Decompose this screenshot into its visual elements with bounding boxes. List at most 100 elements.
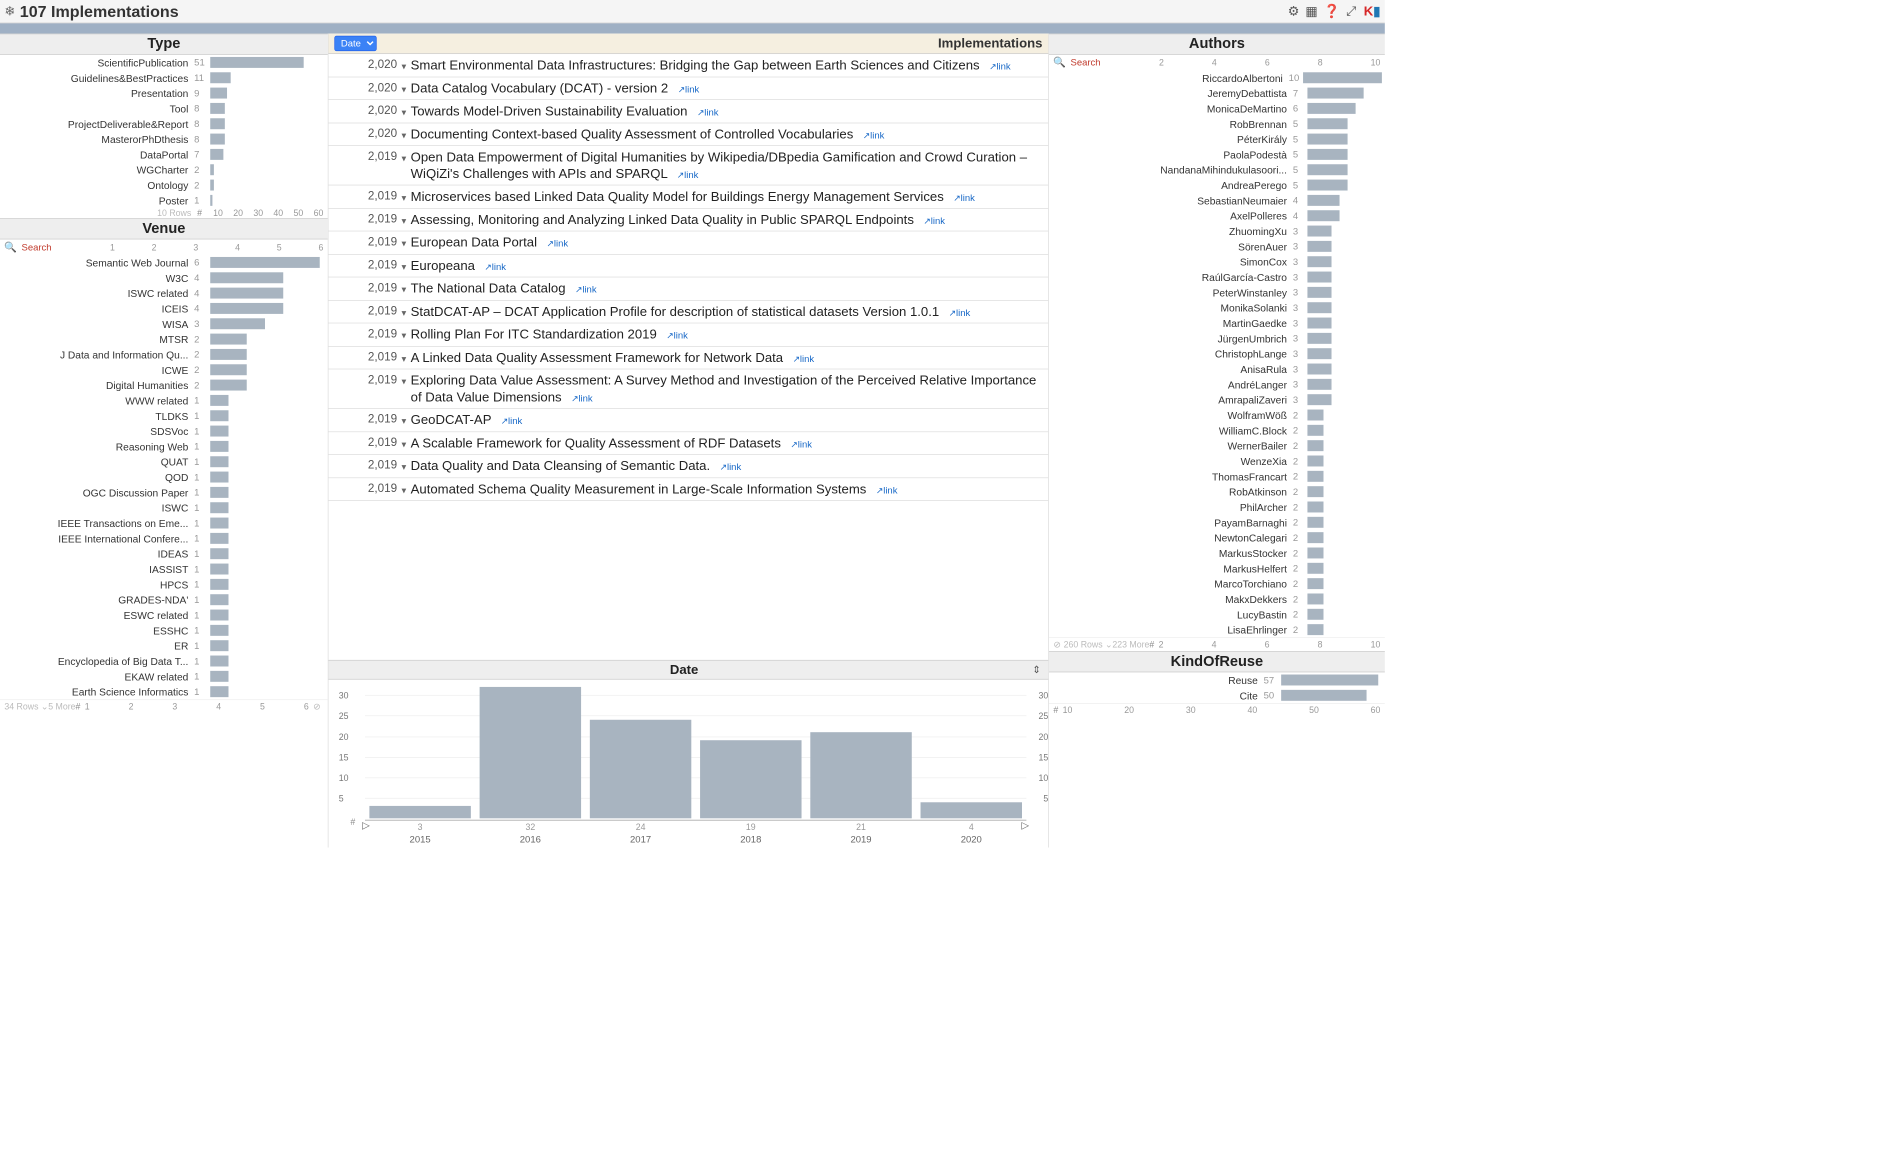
expand-icon[interactable]: ⤢: [1346, 4, 1357, 19]
facet-row[interactable]: WenzeXia2: [1049, 453, 1385, 468]
facet-row[interactable]: Reasoning Web1: [0, 439, 328, 454]
search-icon[interactable]: 🔍: [1053, 56, 1066, 68]
item-link[interactable]: ↗link: [547, 238, 569, 249]
facet-row[interactable]: SimonCox3: [1049, 254, 1385, 269]
search-icon[interactable]: 🔍: [4, 241, 17, 253]
chevron-down-icon[interactable]: ▾: [402, 481, 411, 496]
facet-row[interactable]: ChristophLange3: [1049, 346, 1385, 361]
chevron-down-icon[interactable]: ▾: [402, 103, 411, 118]
facet-row[interactable]: ICEIS4: [0, 301, 328, 316]
facet-row[interactable]: QOD1: [0, 469, 328, 484]
item-link[interactable]: ↗link: [863, 130, 885, 141]
facet-row[interactable]: PéterKirály5: [1049, 131, 1385, 146]
facet-row[interactable]: Semantic Web Journal6: [0, 255, 328, 270]
chevron-down-icon[interactable]: ▾: [402, 303, 411, 318]
implementation-row[interactable]: 2,020▾Smart Environmental Data Infrastru…: [329, 54, 1049, 77]
implementation-row[interactable]: 2,019▾GeoDCAT-AP ↗link: [329, 409, 1049, 432]
facet-row[interactable]: PayamBarnaghi2: [1049, 515, 1385, 530]
facet-row[interactable]: LucyBastin2: [1049, 607, 1385, 622]
facet-row[interactable]: J Data and Information Qu...2: [0, 347, 328, 362]
facet-row[interactable]: WISA3: [0, 316, 328, 331]
item-link[interactable]: ↗link: [953, 192, 975, 203]
facet-row[interactable]: JeremyDebattista7: [1049, 85, 1385, 100]
facet-row[interactable]: ZhuomingXu3: [1049, 223, 1385, 238]
facet-row[interactable]: SebastianNeumaier4: [1049, 193, 1385, 208]
facet-row[interactable]: IEEE International Confere...1: [0, 531, 328, 546]
implementation-row[interactable]: 2,019▾A Linked Data Quality Assessment F…: [329, 346, 1049, 369]
facet-row[interactable]: PaolaPodestà5: [1049, 147, 1385, 162]
facet-row[interactable]: MarkusStocker2: [1049, 545, 1385, 560]
implementation-row[interactable]: 2,019▾Europeana ↗link: [329, 254, 1049, 277]
facet-row[interactable]: MarcoTorchiano2: [1049, 576, 1385, 591]
facet-row[interactable]: TLDKS1: [0, 408, 328, 423]
facet-row[interactable]: MarkusHelfert2: [1049, 561, 1385, 576]
facet-row[interactable]: AnisaRula3: [1049, 361, 1385, 376]
facet-row[interactable]: Reuse57: [1049, 672, 1385, 687]
facet-row[interactable]: OGC Discussion Paper1: [0, 485, 328, 500]
facet-row[interactable]: ISWC related4: [0, 285, 328, 300]
facet-row[interactable]: NandanaMihindukulasoori...5: [1049, 162, 1385, 177]
facet-row[interactable]: Encyclopedia of Big Data T...1: [0, 653, 328, 668]
facet-row[interactable]: Cite50: [1049, 688, 1385, 703]
facet-row[interactable]: QUAT1: [0, 454, 328, 469]
implementation-row[interactable]: 2,019▾Rolling Plan For ITC Standardizati…: [329, 323, 1049, 346]
facet-row[interactable]: RobBrennan5: [1049, 116, 1385, 131]
chevron-down-icon[interactable]: ▾: [402, 458, 411, 473]
facet-row[interactable]: IDEAS1: [0, 546, 328, 561]
implementation-row[interactable]: 2,019▾StatDCAT-AP – DCAT Application Pro…: [329, 300, 1049, 323]
implementation-row[interactable]: 2,019▾Automated Schema Quality Measureme…: [329, 478, 1049, 501]
implementation-row[interactable]: 2,019▾The National Data Catalog ↗link: [329, 277, 1049, 300]
implementation-row[interactable]: 2,020▾Documenting Context-based Quality …: [329, 123, 1049, 146]
implementation-row[interactable]: 2,019▾A Scalable Framework for Quality A…: [329, 432, 1049, 455]
implementation-row[interactable]: 2,020▾Towards Model-Driven Sustainabilit…: [329, 100, 1049, 123]
chart-bar[interactable]: [369, 806, 470, 818]
facet-row[interactable]: WilliamC.Block2: [1049, 423, 1385, 438]
chevron-down-icon[interactable]: ▾: [402, 412, 411, 427]
facet-row[interactable]: ER1: [0, 638, 328, 653]
chevron-down-icon[interactable]: ▾: [402, 80, 411, 95]
facet-row[interactable]: Tool8: [0, 101, 328, 116]
facet-row[interactable]: ESSHC1: [0, 623, 328, 638]
facet-row[interactable]: PhilArcher2: [1049, 499, 1385, 514]
facet-row[interactable]: Presentation9: [0, 85, 328, 100]
search-label[interactable]: Search: [1070, 57, 1100, 68]
chart-bar[interactable]: [590, 720, 691, 819]
facet-row[interactable]: AndréLanger3: [1049, 377, 1385, 392]
facet-row[interactable]: Poster1: [0, 193, 328, 208]
sort-select[interactable]: Date: [334, 36, 376, 51]
chevron-down-icon[interactable]: ▾: [402, 126, 411, 141]
facet-row[interactable]: RiccardoAlbertoni10: [1049, 70, 1385, 85]
help-icon[interactable]: ❓: [1324, 4, 1340, 19]
facet-row[interactable]: AndreaPerego5: [1049, 177, 1385, 192]
gear-icon[interactable]: ⚙: [1288, 4, 1300, 19]
facet-row[interactable]: EKAW related1: [0, 669, 328, 684]
chart-bar[interactable]: [921, 802, 1022, 818]
facet-row[interactable]: MonikaSolanki3: [1049, 300, 1385, 315]
facet-row[interactable]: RaúlGarcía-Castro3: [1049, 269, 1385, 284]
chevron-down-icon[interactable]: ▾: [402, 257, 411, 272]
facet-row[interactable]: Digital Humanities2: [0, 377, 328, 392]
facet-row[interactable]: ScientificPublication51: [0, 55, 328, 70]
item-link[interactable]: ↗link: [484, 261, 506, 272]
chevron-down-icon[interactable]: ▾: [402, 435, 411, 450]
chevron-down-icon[interactable]: ▾: [402, 372, 411, 387]
facet-row[interactable]: NewtonCalegari2: [1049, 530, 1385, 545]
grid-icon[interactable]: ▦: [1305, 4, 1317, 19]
item-link[interactable]: ↗link: [677, 169, 699, 180]
chevron-down-icon[interactable]: ▾: [402, 349, 411, 364]
facet-row[interactable]: DataPortal7: [0, 147, 328, 162]
facet-row[interactable]: JürgenUmbrich3: [1049, 331, 1385, 346]
chevron-down-icon[interactable]: ▾: [402, 149, 411, 164]
implementation-row[interactable]: 2,019▾Data Quality and Data Cleansing of…: [329, 455, 1049, 478]
chevron-down-icon[interactable]: ▾: [402, 280, 411, 295]
facet-row[interactable]: MartinGaedke3: [1049, 315, 1385, 330]
search-label[interactable]: Search: [21, 242, 51, 253]
facet-row[interactable]: AmrapaliZaveri3: [1049, 392, 1385, 407]
item-link[interactable]: ↗link: [793, 353, 815, 364]
facet-row[interactable]: GRADES-NDA'1: [0, 592, 328, 607]
facet-row[interactable]: WolframWöß2: [1049, 407, 1385, 422]
chart-bar[interactable]: [480, 687, 581, 818]
facet-row[interactable]: MTSR2: [0, 331, 328, 346]
reset-icon[interactable]: ⊘: [313, 702, 320, 712]
chevron-down-icon[interactable]: ▾: [402, 234, 411, 249]
